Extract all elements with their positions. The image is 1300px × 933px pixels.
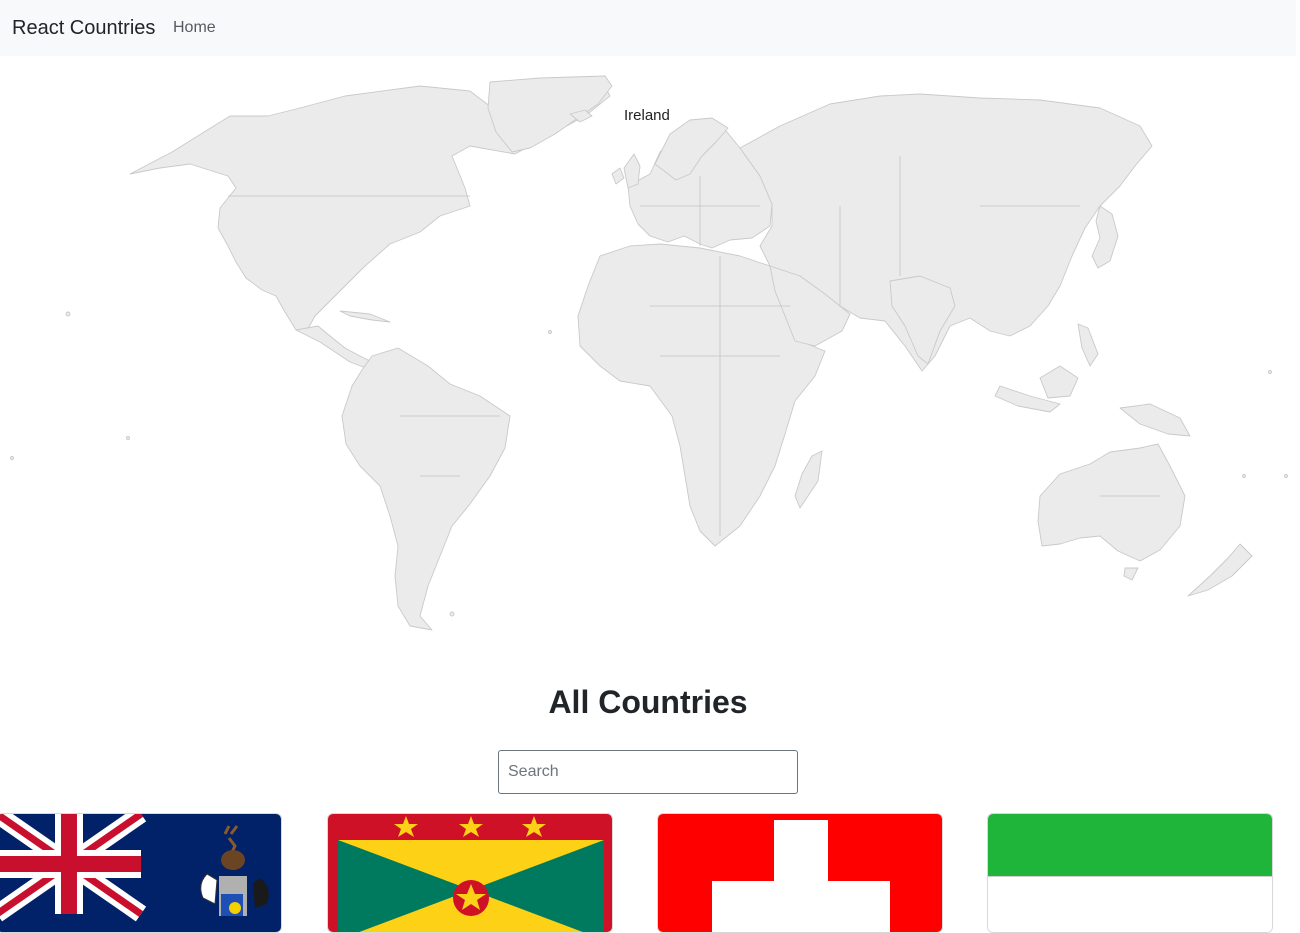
central-america-shape[interactable] [295,325,373,369]
island-dot [126,436,130,440]
caribbean-shape[interactable] [339,310,391,323]
search-input[interactable] [498,750,798,794]
grenada-flag [328,814,612,932]
country-card[interactable] [0,813,282,933]
island-dot [1268,370,1272,374]
world-map: Ireland [0,56,1300,646]
page-title: All Countries [548,684,748,720]
country-card[interactable] [657,813,943,933]
world-map-svg [10,75,1288,631]
navbar: React Countries Home [0,0,1296,56]
australia-shape[interactable] [1037,443,1186,562]
new-zealand-shape[interactable] [1187,543,1253,597]
japan-shape[interactable] [1091,205,1119,269]
uk-shape[interactable] [623,153,641,189]
island-dot [65,311,71,317]
brand-link[interactable]: React Countries [12,15,155,41]
map-country-tooltip: Ireland [624,107,670,124]
country-card[interactable] [327,813,613,933]
new-guinea-shape[interactable] [1119,403,1191,437]
sierra-leone-flag [988,814,1272,932]
south-america-shape[interactable] [341,347,511,631]
island-dot [449,611,455,617]
island-dot [1284,474,1288,478]
switzerland-flag [658,814,942,932]
greenland-shape[interactable] [487,75,613,153]
south-georgia-flag [0,814,281,932]
madagascar-shape[interactable] [794,450,823,509]
borneo-shape[interactable] [1039,365,1079,399]
philippines-shape[interactable] [1077,323,1099,367]
tasmania-shape[interactable] [1123,567,1139,581]
island-dot [548,330,552,334]
island-dot [1242,474,1246,478]
country-card[interactable] [987,813,1273,933]
island-dot [10,456,14,460]
ireland-shape[interactable] [611,167,625,185]
nav-link-home[interactable]: Home [173,18,216,38]
